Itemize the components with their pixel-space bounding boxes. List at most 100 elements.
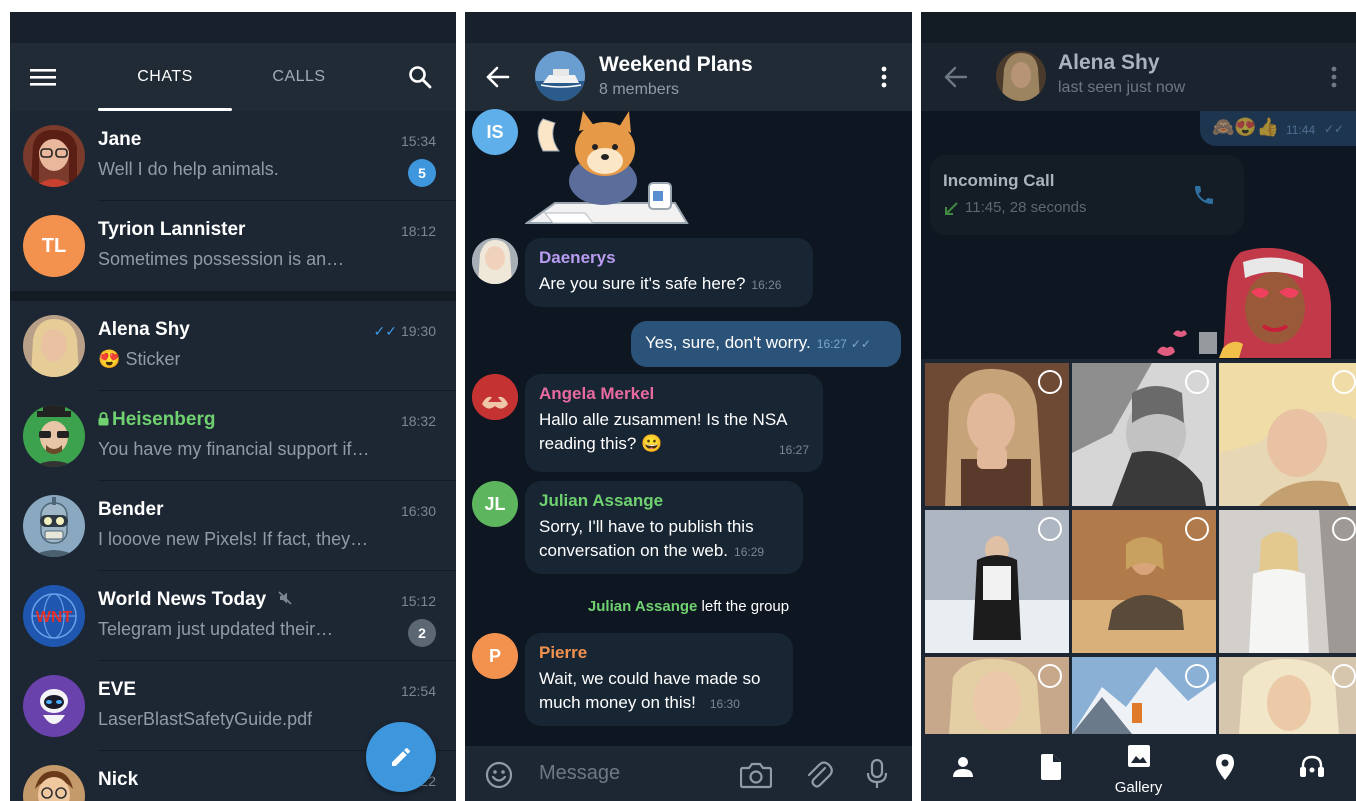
message-line-2: conversation on the web. 16:29 xyxy=(539,539,789,564)
message-bubble[interactable]: Angela Merkel Hallo alle zusammen! Is th… xyxy=(525,374,823,472)
photo-gallery-grid xyxy=(921,359,1356,734)
select-checkbox[interactable] xyxy=(1185,664,1209,688)
menu-icon[interactable] xyxy=(30,65,56,89)
chat-header: Alena Shy last seen just now xyxy=(921,43,1356,111)
back-arrow-icon[interactable] xyxy=(485,64,511,90)
tab-chats[interactable]: CHATS xyxy=(98,43,232,111)
location-tab[interactable] xyxy=(1182,734,1269,801)
more-options-icon[interactable] xyxy=(1330,65,1338,89)
back-arrow-icon[interactable] xyxy=(943,64,969,90)
microphone-icon[interactable] xyxy=(866,759,888,789)
chat-list-screen: CHATS CALLS Jane Well I do help animals.… xyxy=(10,12,456,801)
sender-avatar[interactable] xyxy=(472,238,518,284)
read-ticks-icon: ✓✓ xyxy=(1324,122,1345,136)
chat-item-tyrion[interactable]: TL Tyrion Lannister Sometimes possession… xyxy=(10,201,456,291)
sender-avatar[interactable]: P xyxy=(472,633,518,679)
gallery-photo[interactable] xyxy=(1219,657,1356,734)
message-time: 16:29 xyxy=(734,545,765,559)
chat-item-world-news[interactable]: WNT World News Today Telegram just updat… xyxy=(10,571,456,661)
select-checkbox[interactable] xyxy=(1332,664,1356,688)
gallery-photo[interactable] xyxy=(1219,363,1356,506)
more-options-icon[interactable] xyxy=(880,65,888,89)
chat-name: Nick xyxy=(98,769,139,790)
chat-preview: 😍 Sticker xyxy=(98,349,180,370)
chat-item-jane[interactable]: Jane Well I do help animals. 15:34 5 xyxy=(10,111,456,201)
message-time: 16:27 xyxy=(816,337,847,351)
gallery-photo[interactable] xyxy=(925,657,1069,734)
peer-name[interactable]: Alena Shy xyxy=(1058,51,1160,75)
gallery-photo[interactable] xyxy=(925,510,1069,653)
message-bubble[interactable]: Daenerys Are you sure it's safe here? 16:… xyxy=(525,238,813,307)
pencil-icon xyxy=(392,747,411,766)
gallery-tab[interactable]: Gallery xyxy=(1095,734,1182,801)
gallery-photo[interactable] xyxy=(1219,510,1356,653)
message-input[interactable]: Message xyxy=(539,762,620,785)
outgoing-message-bubble[interactable]: 🙈😍👍 11:44 ✓✓ xyxy=(1200,111,1356,146)
call-message-bubble[interactable]: Incoming Call 11:45, 28 seconds xyxy=(930,155,1244,235)
chat-time: 12:54 xyxy=(400,683,436,699)
top-app-bar: CHATS CALLS xyxy=(10,43,456,111)
location-pin-icon xyxy=(1216,754,1234,780)
chat-item-bender[interactable]: Bender I looove new Pixels! If fact, the… xyxy=(10,481,456,571)
chat-item-alena[interactable]: Alena Shy 😍 Sticker ✓✓ 19:30 xyxy=(10,301,456,391)
gallery-photo[interactable] xyxy=(925,363,1069,506)
music-tab[interactable] xyxy=(1269,734,1356,801)
sender-avatar[interactable] xyxy=(472,374,518,420)
status-bar xyxy=(921,12,1356,43)
emoji-icon[interactable] xyxy=(485,761,513,789)
message-bubble[interactable]: Pierre Wait, we could have made so much … xyxy=(525,633,793,726)
gallery-photo[interactable] xyxy=(1072,363,1216,506)
sender-avatar[interactable]: IS xyxy=(472,109,518,155)
phone-icon[interactable] xyxy=(1192,183,1216,207)
sender-avatar[interactable]: JL xyxy=(472,481,518,527)
group-avatar[interactable] xyxy=(535,51,585,101)
gallery-photo[interactable] xyxy=(1072,657,1216,734)
chat-preview: LaserBlastSafetyGuide.pdf xyxy=(98,709,313,729)
select-checkbox[interactable] xyxy=(1185,517,1209,541)
avatar: WNT xyxy=(23,585,85,647)
message-text: Are you sure it's safe here? 16:26 xyxy=(539,272,799,297)
message-line-1: Sorry, I'll have to publish this xyxy=(539,517,754,536)
message-line-1: Wait, we could have made so xyxy=(539,669,761,688)
chat-preview: Telegram just updated their… xyxy=(98,619,334,639)
avatar xyxy=(23,315,85,377)
chat-preview: Sometimes possession is an… xyxy=(98,249,345,269)
outgoing-message-bubble[interactable]: Yes, sure, don't worry. 16:27 ✓✓ xyxy=(631,321,901,367)
compose-button[interactable] xyxy=(366,722,436,792)
chat-item-heisenberg[interactable]: Heisenberg You have my financial support… xyxy=(10,391,456,481)
file-tab[interactable] xyxy=(1008,734,1095,801)
select-checkbox[interactable] xyxy=(1332,517,1356,541)
read-ticks-icon: ✓✓ xyxy=(373,323,397,339)
attach-icon[interactable] xyxy=(805,760,833,790)
chat-name: Heisenberg xyxy=(98,409,215,431)
avatar xyxy=(23,405,85,467)
message-body: conversation on the web. xyxy=(539,541,729,560)
sender-name: Julian Assange xyxy=(539,491,664,510)
message-body: Are you sure it's safe here? xyxy=(539,274,746,293)
unread-badge: 5 xyxy=(408,159,436,187)
chat-title[interactable]: Weekend Plans xyxy=(599,53,753,77)
call-detail: 11:45, 28 seconds xyxy=(965,199,1087,216)
attachment-picker-screen: Alena Shy last seen just now 🙈😍👍 11:44 ✓… xyxy=(921,12,1356,801)
select-checkbox[interactable] xyxy=(1038,370,1062,394)
select-checkbox[interactable] xyxy=(1185,370,1209,394)
chat-name: Jane xyxy=(98,129,142,150)
file-icon xyxy=(1041,754,1061,780)
select-checkbox[interactable] xyxy=(1038,664,1062,688)
contact-tab[interactable] xyxy=(921,734,1008,801)
service-message: Julian Assange left the group xyxy=(465,598,912,615)
camera-icon[interactable] xyxy=(740,761,772,789)
gallery-photo[interactable] xyxy=(1072,510,1216,653)
peer-avatar[interactable] xyxy=(996,51,1046,101)
select-checkbox[interactable] xyxy=(1332,370,1356,394)
chat-preview: I looove new Pixels! If fact, they… xyxy=(98,529,369,549)
select-checkbox[interactable] xyxy=(1038,517,1062,541)
tab-calls[interactable]: CALLS xyxy=(232,43,366,111)
search-icon[interactable] xyxy=(408,65,432,89)
chat-name-text: World News Today xyxy=(98,589,267,610)
message-time: 16:30 xyxy=(709,697,740,711)
sender-name: Angela Merkel xyxy=(539,384,655,403)
avatar xyxy=(23,125,85,187)
unread-badge: 2 xyxy=(408,619,436,647)
message-bubble[interactable]: Julian Assange Sorry, I'll have to publi… xyxy=(525,481,803,574)
